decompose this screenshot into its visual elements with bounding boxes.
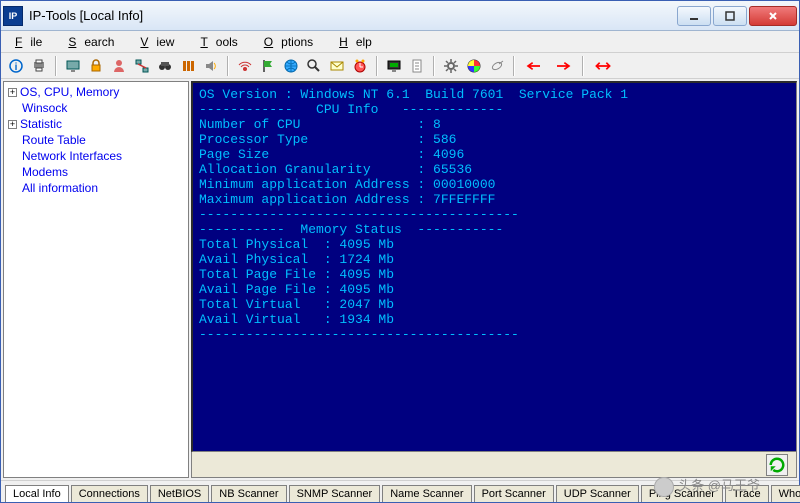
- console-line: ----------------------------------------…: [199, 207, 790, 222]
- toolbar-separator: [227, 56, 229, 76]
- globe-icon[interactable]: [280, 55, 302, 77]
- search-icon[interactable]: [303, 55, 325, 77]
- tab-name-scanner[interactable]: Name Scanner: [382, 485, 471, 502]
- console-line: Avail Physical : 1724 Mb: [199, 252, 790, 267]
- console-line: Avail Virtual : 1934 Mb: [199, 312, 790, 327]
- mail-icon[interactable]: [326, 55, 348, 77]
- sidebar-item-5[interactable]: Modems: [4, 164, 188, 180]
- sidebar-item-label: Route Table: [22, 133, 86, 147]
- sidebar: +OS, CPU, MemoryWinsock+StatisticRoute T…: [3, 81, 189, 478]
- sidebar-item-1[interactable]: Winsock: [4, 100, 188, 116]
- sidebar-item-4[interactable]: Network Interfaces: [4, 148, 188, 164]
- app-window: IP IP-Tools [Local Info] File Search Vie…: [0, 0, 800, 503]
- lock-icon[interactable]: [85, 55, 107, 77]
- client-area: +OS, CPU, MemoryWinsock+StatisticRoute T…: [1, 79, 799, 480]
- console-line: Allocation Granularity : 65536: [199, 162, 790, 177]
- minimize-button[interactable]: [677, 6, 711, 26]
- console-line: Avail Page File : 4095 Mb: [199, 282, 790, 297]
- toolbar-separator: [433, 56, 435, 76]
- console-line: Minimum application Address : 00010000: [199, 177, 790, 192]
- console-line: ----------------------------------------…: [199, 327, 790, 342]
- console-line: Maximum application Address : 7FFEFFFF: [199, 192, 790, 207]
- broadcast-icon[interactable]: [234, 55, 256, 77]
- sidebar-item-label: Statistic: [20, 117, 62, 131]
- toolbar-separator: [513, 56, 515, 76]
- console-line: Processor Type : 586: [199, 132, 790, 147]
- menu-tools[interactable]: Tools: [192, 33, 253, 51]
- refresh-button[interactable]: [766, 454, 788, 476]
- sidebar-item-2[interactable]: +Statistic: [4, 116, 188, 132]
- user-icon[interactable]: [108, 55, 130, 77]
- console-output: OS Version : Windows NT 6.1 Build 7601 S…: [191, 81, 797, 452]
- network-icon[interactable]: [131, 55, 153, 77]
- tab-connections[interactable]: Connections: [71, 485, 148, 502]
- arrow-right-icon[interactable]: [549, 55, 577, 77]
- sidebar-item-6[interactable]: All information: [4, 180, 188, 196]
- tree: +OS, CPU, MemoryWinsock+StatisticRoute T…: [4, 82, 188, 198]
- menu-search[interactable]: Search: [60, 33, 130, 51]
- info-icon[interactable]: i: [5, 55, 27, 77]
- tab-port-scanner[interactable]: Port Scanner: [474, 485, 554, 502]
- window-controls: [675, 6, 797, 26]
- document-icon[interactable]: [406, 55, 428, 77]
- satellite-icon[interactable]: [486, 55, 508, 77]
- console-line: Total Physical : 4095 Mb: [199, 237, 790, 252]
- sidebar-item-label: Network Interfaces: [22, 149, 122, 163]
- tab-netbios[interactable]: NetBIOS: [150, 485, 209, 502]
- menu-options[interactable]: Options: [256, 33, 329, 51]
- console-line: Total Virtual : 2047 Mb: [199, 297, 790, 312]
- sidebar-item-label: OS, CPU, Memory: [20, 85, 119, 99]
- menu-view[interactable]: View: [132, 33, 190, 51]
- toolbar-separator: [376, 56, 378, 76]
- sidebar-item-label: All information: [22, 181, 98, 195]
- tab-trace[interactable]: Trace: [725, 485, 769, 502]
- print-icon[interactable]: [28, 55, 50, 77]
- console-wrap: OS Version : Windows NT 6.1 Build 7601 S…: [191, 81, 797, 478]
- console-line: ----------- Memory Status -----------: [199, 222, 790, 237]
- console-line: Total Page File : 4095 Mb: [199, 267, 790, 282]
- expand-icon[interactable]: +: [8, 88, 17, 97]
- sidebar-item-label: Winsock: [22, 101, 67, 115]
- console-line: OS Version : Windows NT 6.1 Build 7601 S…: [199, 87, 790, 102]
- color-icon[interactable]: [463, 55, 485, 77]
- maximize-button[interactable]: [713, 6, 747, 26]
- expand-icon[interactable]: +: [8, 120, 17, 129]
- console-line: Page Size : 4096: [199, 147, 790, 162]
- tab-whois[interactable]: WhoIs: [771, 485, 800, 502]
- menu-file[interactable]: File: [7, 33, 58, 51]
- tab-udp-scanner[interactable]: UDP Scanner: [556, 485, 639, 502]
- sidebar-item-label: Modems: [22, 165, 68, 179]
- computer-icon[interactable]: [62, 55, 84, 77]
- tab-snmp-scanner[interactable]: SNMP Scanner: [289, 485, 381, 502]
- tab-local-info[interactable]: Local Info: [5, 485, 69, 502]
- toolbar: i: [1, 53, 799, 79]
- toolbar-separator: [582, 56, 584, 76]
- speaker-icon[interactable]: [200, 55, 222, 77]
- svg-text:i: i: [15, 62, 18, 73]
- console-line: ------------ CPU Info -------------: [199, 102, 790, 117]
- flag-icon[interactable]: [257, 55, 279, 77]
- toolbar-separator: [55, 56, 57, 76]
- refresh-bar: [191, 452, 797, 478]
- refresh-icon: [767, 455, 787, 475]
- sidebar-item-0[interactable]: +OS, CPU, Memory: [4, 84, 188, 100]
- arrow-both-icon[interactable]: [589, 55, 617, 77]
- tab-nb-scanner[interactable]: NB Scanner: [211, 485, 286, 502]
- app-icon: IP: [3, 6, 23, 26]
- ports-icon[interactable]: [177, 55, 199, 77]
- console-line: Number of CPU : 8: [199, 117, 790, 132]
- titlebar: IP IP-Tools [Local Info]: [1, 1, 799, 31]
- close-button[interactable]: [749, 6, 797, 26]
- monitor-icon[interactable]: [383, 55, 405, 77]
- arrow-left-icon[interactable]: [520, 55, 548, 77]
- clock-icon[interactable]: [349, 55, 371, 77]
- binoculars-icon[interactable]: [154, 55, 176, 77]
- window-title: IP-Tools [Local Info]: [29, 8, 675, 23]
- gear-icon[interactable]: [440, 55, 462, 77]
- menubar: File Search View Tools Options Help: [1, 31, 799, 53]
- tab-bar: Local InfoConnectionsNetBIOSNB ScannerSN…: [1, 480, 799, 502]
- sidebar-item-3[interactable]: Route Table: [4, 132, 188, 148]
- tab-ping-scanner[interactable]: Ping Scanner: [641, 485, 723, 502]
- menu-help[interactable]: Help: [331, 33, 388, 51]
